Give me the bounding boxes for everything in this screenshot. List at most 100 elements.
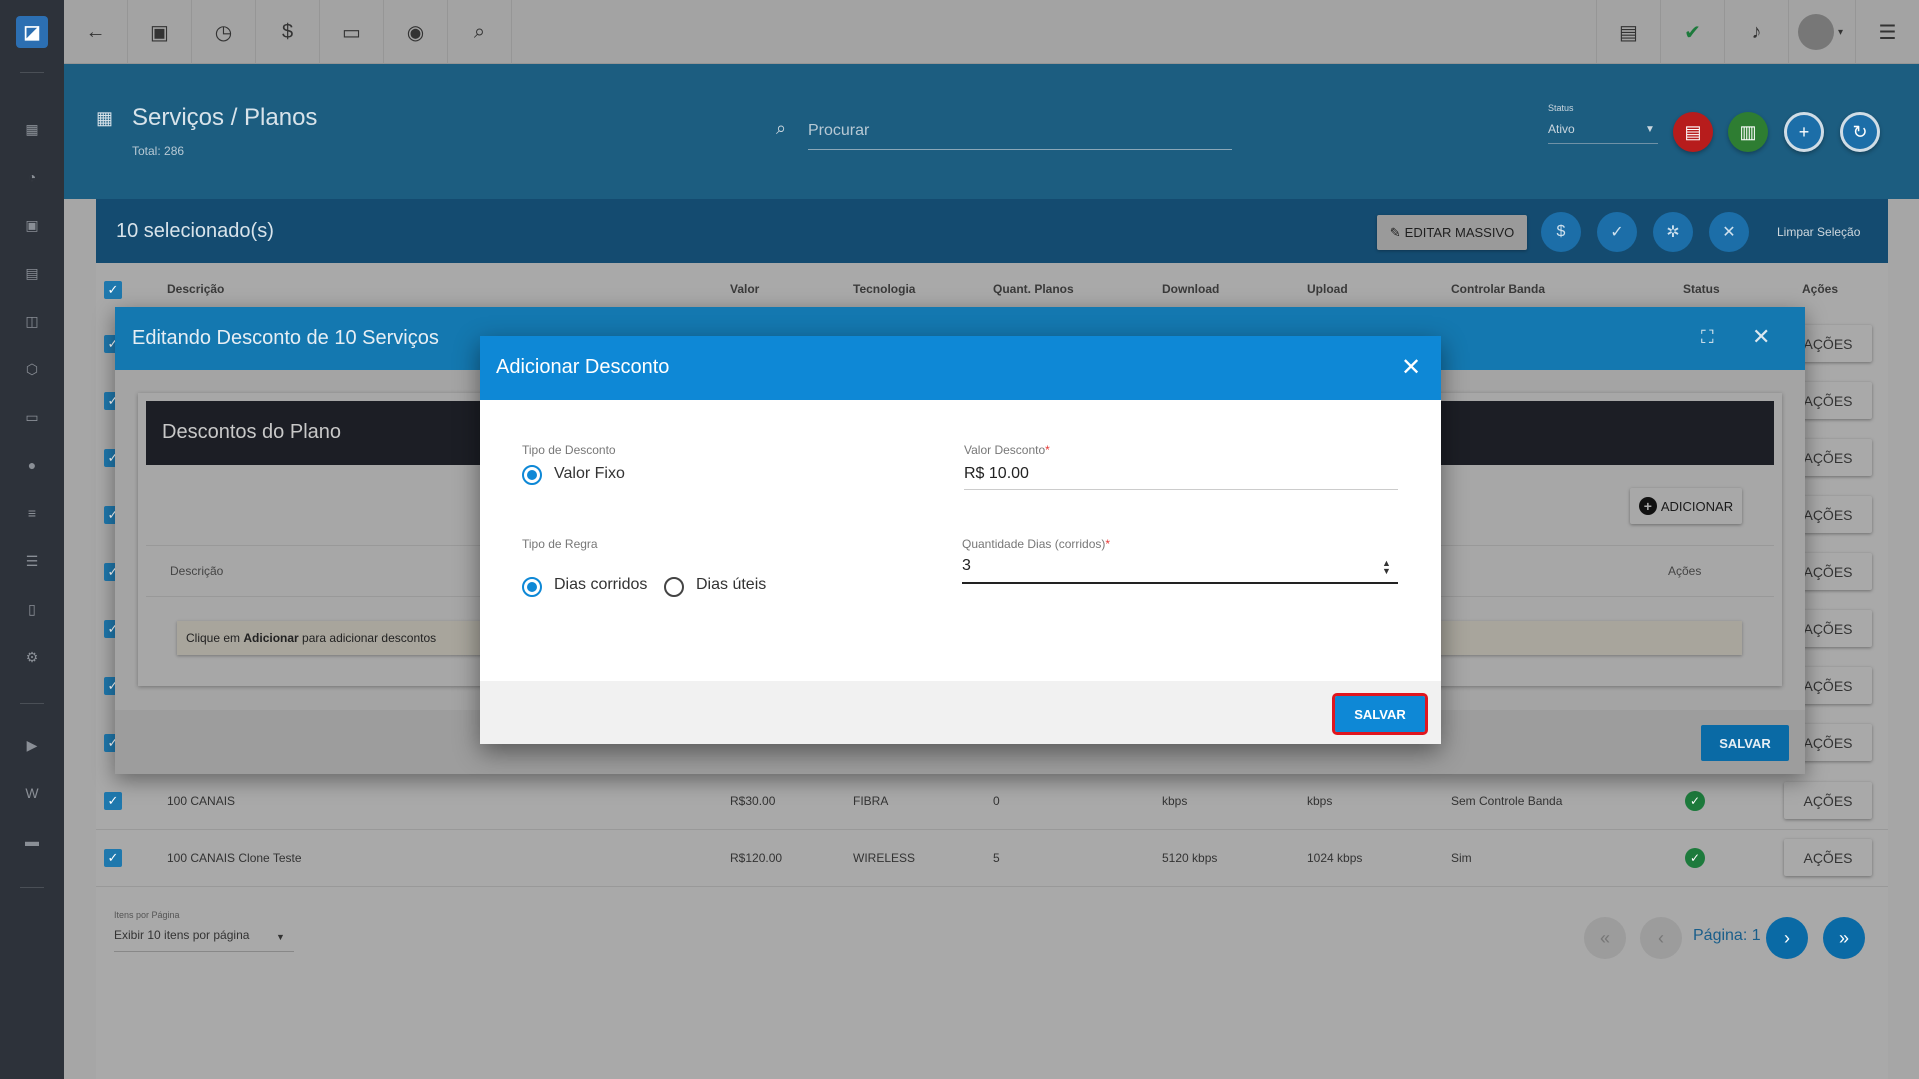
col-download[interactable]: Download	[1162, 282, 1219, 296]
bell-icon[interactable]: ♪	[1724, 0, 1788, 64]
radio-valor-fixo[interactable]	[522, 465, 542, 485]
row-checkbox[interactable]: ✓	[104, 792, 122, 810]
list-icon[interactable]: ≡	[22, 503, 42, 523]
days-quantity-label-text: Quantidade Dias (corridos)	[962, 537, 1106, 551]
discount-value-label-text: Valor Desconto	[964, 443, 1046, 457]
calendar-clock-icon[interactable]: ◷	[192, 0, 256, 64]
col-controlar-banda[interactable]: Controlar Banda	[1451, 282, 1545, 296]
radio-dias-corridos-label[interactable]: Dias corridos	[554, 576, 647, 594]
close-selection-icon[interactable]: ✕	[1709, 212, 1749, 252]
col-upload[interactable]: Upload	[1307, 282, 1348, 296]
cell-valor: R$120.00	[730, 851, 783, 865]
edit-mass-button[interactable]: ✎ EDITAR MASSIVO	[1377, 215, 1527, 250]
radio-dias-uteis[interactable]	[664, 577, 684, 597]
prev-page-button[interactable]: ‹	[1640, 917, 1682, 959]
app-logo-icon[interactable]: ◪	[16, 16, 48, 48]
cell-download: kbps	[1162, 794, 1188, 808]
export-excel-button[interactable]: ▥	[1728, 112, 1768, 152]
radio-dias-corridos[interactable]	[522, 577, 542, 597]
page-indicator: Página: 1	[1693, 927, 1761, 944]
col-descricao[interactable]: Descrição	[167, 282, 224, 296]
first-page-button[interactable]: «	[1584, 917, 1626, 959]
close-icon[interactable]: ✕	[1752, 324, 1770, 350]
money-icon[interactable]: ▭	[22, 407, 42, 427]
video-icon[interactable]: ▶	[22, 735, 42, 755]
col-valor[interactable]: Valor	[730, 282, 759, 296]
cell-quant: 0	[993, 794, 1000, 808]
refresh-button[interactable]: ↻	[1840, 112, 1880, 152]
row-checkbox[interactable]: ✓	[104, 849, 122, 867]
cell-upload: kbps	[1307, 794, 1333, 808]
status-filter-select[interactable]: Ativo	[1548, 122, 1658, 144]
col-quant-planos[interactable]: Quant. Planos	[993, 282, 1074, 296]
calendar-icon[interactable]: ◫	[22, 311, 42, 331]
chevron-down-icon: ▼	[276, 932, 285, 942]
table-row[interactable]	[96, 773, 1888, 830]
chat-icon[interactable]: ▬	[22, 831, 42, 851]
col-acoes: Ações	[1802, 282, 1839, 296]
chart-icon[interactable]: ◔	[22, 167, 42, 187]
radio-valor-fixo-label[interactable]: Valor Fixo	[554, 465, 625, 483]
network-icon[interactable]: ✲	[1653, 212, 1693, 252]
search-icon[interactable]: ⌕	[448, 0, 512, 64]
location-icon[interactable]: ●	[22, 455, 42, 475]
book-icon[interactable]: ▤	[22, 263, 42, 283]
server-icon[interactable]: ☰	[22, 551, 42, 571]
contacts-icon[interactable]: ▣	[22, 215, 42, 235]
col-status[interactable]: Status	[1683, 282, 1720, 296]
row-actions-button[interactable]: AÇÕES	[1784, 839, 1872, 876]
discount-icon[interactable]: $	[1541, 212, 1581, 252]
hint-emphasis: Adicionar	[243, 631, 299, 645]
modal-save-button[interactable]: SALVAR	[1332, 693, 1428, 735]
back-arrow-icon[interactable]: ←	[64, 0, 128, 64]
menu-icon[interactable]: ☰	[1855, 0, 1919, 64]
dashboard-icon[interactable]: ▦	[22, 119, 42, 139]
add-button[interactable]: +	[1784, 112, 1824, 152]
rule-type-label: Tipo de Regra	[522, 537, 598, 551]
search-input[interactable]: Procurar	[808, 114, 1232, 150]
row-actions-button[interactable]: AÇÕES	[1784, 782, 1872, 819]
sidebar: ◪ ▦ ◔ ▣ ▤ ◫ ⬡ ▭ ● ≡ ☰ ▯ ⚙ ▶ W ▬	[0, 0, 64, 1079]
dollar-icon[interactable]: $	[256, 0, 320, 64]
fullscreen-icon[interactable]: ⛶	[1701, 327, 1714, 348]
radio-dias-uteis-label[interactable]: Dias úteis	[696, 576, 766, 594]
col-tecnologia[interactable]: Tecnologia	[853, 282, 915, 296]
terminal-icon[interactable]: ▭	[320, 0, 384, 64]
total-count: Total: 286	[132, 144, 185, 158]
last-page-button[interactable]: »	[1823, 917, 1865, 959]
cell-tecnologia: FIBRA	[853, 794, 889, 808]
card-title: Descontos do Plano	[162, 421, 342, 443]
per-page-select[interactable]: Exibir 10 itens por página	[114, 928, 294, 952]
save-button[interactable]: SALVAR	[1701, 725, 1789, 761]
discount-type-label: Tipo de Desconto	[522, 443, 616, 457]
cell-download: 5120 kbps	[1162, 851, 1218, 865]
select-all-checkbox[interactable]: ✓	[104, 281, 122, 299]
selection-count: 10 selecionado(s)	[116, 220, 274, 242]
pdf-file-icon[interactable]: ▤	[1596, 0, 1660, 64]
discount-value-label: Valor Desconto*	[964, 443, 1050, 457]
cell-tecnologia: WIRELESS	[853, 851, 916, 865]
eye-icon[interactable]: ◉	[384, 0, 448, 64]
gear-icon[interactable]: ⚙	[22, 647, 42, 667]
box-icon[interactable]: ⬡	[22, 359, 42, 379]
export-pdf-button[interactable]: ▤	[1673, 112, 1713, 152]
cell-descricao: 100 CANAIS Clone Teste	[167, 851, 302, 865]
next-page-button[interactable]: ›	[1766, 917, 1808, 959]
wiki-icon[interactable]: W	[22, 783, 42, 803]
check-message-icon[interactable]: ✔	[1660, 0, 1724, 64]
discount-value-input[interactable]: R$ 10.00	[964, 465, 1398, 490]
avatar[interactable]: ▾	[1788, 0, 1852, 64]
add-discount-button[interactable]: + ADICIONAR	[1630, 488, 1742, 524]
calendar-check-icon[interactable]: ✓	[1597, 212, 1637, 252]
document-icon[interactable]: ▯	[22, 599, 42, 619]
clear-selection-link[interactable]: Limpar Seleção	[1777, 225, 1860, 239]
contact-card-icon[interactable]: ▣	[128, 0, 192, 64]
table-row[interactable]	[96, 830, 1888, 887]
days-quantity-input[interactable]: 3	[962, 557, 1398, 584]
modal-title: Adicionar Desconto	[496, 356, 670, 378]
modal-footer	[480, 681, 1441, 744]
cell-quant: 5	[993, 851, 1000, 865]
close-icon[interactable]: ✕	[1401, 353, 1421, 382]
number-stepper-icon[interactable]: ▲ ▼	[1382, 559, 1391, 576]
sidebar-divider	[20, 703, 44, 704]
